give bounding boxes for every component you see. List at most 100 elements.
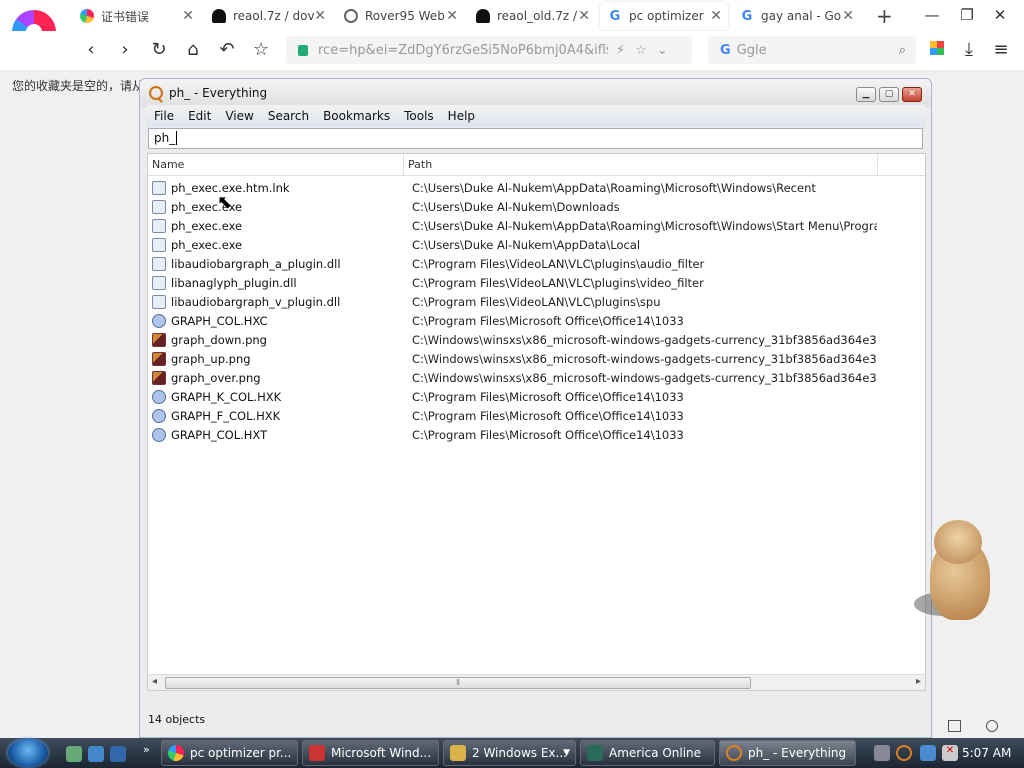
rover-site-icon bbox=[344, 9, 358, 23]
apps-grid-icon[interactable] bbox=[926, 39, 948, 61]
search-placeholder: Ggle bbox=[736, 42, 767, 58]
table-row[interactable]: ph_exec.exe C:\Users\Duke Al-Nukem\AppDat… bbox=[148, 216, 925, 235]
file-path-cell: C:\Users\Duke Al-Nukem\AppData\Roaming\M… bbox=[412, 218, 877, 233]
quicklaunch-desktop-icon[interactable] bbox=[110, 746, 126, 762]
tab-rover95[interactable]: Rover95 Web ✕ bbox=[336, 2, 464, 30]
search-input[interactable]: G Ggle ⌕ bbox=[708, 36, 916, 64]
file-name-cell: ph_exec.exe bbox=[171, 218, 243, 233]
table-row[interactable]: GRAPH_COL.HXT C:\Program Files\Microsoft … bbox=[148, 425, 925, 444]
table-row[interactable]: GRAPH_COL.HXC C:\Program Files\Microsoft … bbox=[148, 311, 925, 330]
menu-file[interactable]: File bbox=[147, 109, 181, 123]
tab-reaol-7z[interactable]: reaol.7z / dov ✕ bbox=[204, 2, 332, 30]
table-row[interactable]: graph_down.png C:\Windows\winsxs\x86_micr… bbox=[148, 330, 925, 349]
back-arrow-icon[interactable]: ‹ bbox=[80, 39, 102, 61]
navigation-bar: ‹ › ↻ ⌂ ↶ ☆ rce=hp&ei=ZdDgY6rzGeSi5NoP6b… bbox=[0, 31, 1024, 69]
file-name-cell: GRAPH_COL.HXC bbox=[171, 313, 268, 328]
file-name-cell: ph_exec.exe bbox=[171, 237, 243, 252]
restore-button[interactable]: ❐ bbox=[955, 6, 979, 26]
quicklaunch-more-icon[interactable]: » bbox=[143, 743, 150, 756]
tab-cert-error[interactable]: 证书错误 ✕ bbox=[72, 2, 200, 30]
everything-close-button[interactable]: ✕ bbox=[902, 87, 922, 102]
table-row[interactable]: libaudiobargraph_v_plugin.dll C:\Program … bbox=[148, 292, 925, 311]
cloud-upload-icon bbox=[212, 9, 226, 23]
close-window-button[interactable]: ✕ bbox=[988, 6, 1012, 26]
horizontal-scrollbar[interactable]: ◂ ⫴ ▸ bbox=[148, 674, 925, 690]
lightning-icon[interactable]: ⚡ bbox=[616, 43, 625, 58]
address-bar[interactable]: rce=hp&ei=ZdDgY6rzGeSi5NoP6bmj0A4&iflsig… bbox=[286, 36, 692, 64]
hamster-head bbox=[934, 520, 982, 564]
tab-label: gay anal - Go bbox=[761, 9, 842, 23]
table-row[interactable]: graph_over.png C:\Windows\winsxs\x86_micr… bbox=[148, 368, 925, 387]
column-name-header[interactable]: Name bbox=[148, 154, 404, 175]
everything-maximize-button[interactable]: ▢ bbox=[879, 87, 899, 102]
quicklaunch-shield-icon[interactable] bbox=[88, 746, 104, 762]
star-icon[interactable]: ☆ bbox=[250, 39, 272, 61]
menu-bar: File Edit View Search Bookmarks Tools He… bbox=[147, 105, 925, 127]
results-list: Name Path ph_exec.exe.htm.lnk C:\Users\Du… bbox=[147, 153, 926, 691]
taskbar-button-everything[interactable]: ph_ - Everything bbox=[719, 740, 856, 766]
tab-reaol-old[interactable]: reaol_old.7z / ✕ bbox=[468, 2, 596, 30]
table-row[interactable]: ph_exec.exe C:\Users\Duke Al-Nukem\AppDat… bbox=[148, 235, 925, 254]
table-row[interactable]: GRAPH_K_COL.HXK C:\Program Files\Microsof… bbox=[148, 387, 925, 406]
start-orb-icon[interactable] bbox=[8, 739, 48, 767]
chevron-down-icon[interactable]: ⌄ bbox=[657, 43, 668, 58]
tray-network-icon[interactable] bbox=[874, 745, 890, 761]
scrollbar-thumb[interactable]: ⫴ bbox=[165, 677, 751, 689]
taskbar-button-america-online[interactable]: America Online bbox=[580, 740, 715, 766]
taskbar-button-microsoft-windows[interactable]: Microsoft Wind... bbox=[302, 740, 439, 766]
home-icon[interactable]: ⌂ bbox=[182, 39, 204, 61]
table-row[interactable]: libanaglyph_plugin.dll C:\Program Files\V… bbox=[148, 273, 925, 292]
quicklaunch-app-icon[interactable] bbox=[66, 746, 82, 762]
file-path-cell: C:\Users\Duke Al-Nukem\Downloads bbox=[412, 199, 620, 214]
hamster-desktop-pet[interactable] bbox=[910, 520, 1000, 630]
everything-titlebar[interactable]: ph_ - Everything ▁ ▢ ✕ bbox=[140, 79, 931, 107]
close-tab-icon[interactable]: ✕ bbox=[578, 8, 590, 24]
forward-arrow-icon[interactable]: › bbox=[114, 39, 136, 61]
new-tab-button[interactable]: + bbox=[868, 2, 896, 30]
close-tab-icon[interactable]: ✕ bbox=[842, 8, 854, 24]
menu-view[interactable]: View bbox=[218, 109, 260, 123]
download-icon[interactable]: ⤓ bbox=[958, 39, 980, 61]
tab-pc-optimizer[interactable]: G pc optimizer ✕ bbox=[600, 2, 728, 30]
table-row[interactable]: libaudiobargraph_a_plugin.dll C:\Program … bbox=[148, 254, 925, 273]
close-tab-icon[interactable]: ✕ bbox=[446, 8, 458, 24]
file-path-cell: C:\Users\Duke Al-Nukem\AppData\Local bbox=[412, 237, 641, 252]
scroll-left-icon[interactable]: ◂ bbox=[152, 676, 157, 687]
taskbar-button-pc-optimizer[interactable]: pc optimizer pr... bbox=[161, 740, 298, 766]
menu-hamburger-icon[interactable]: ≡ bbox=[990, 39, 1012, 61]
tray-volume-muted-icon[interactable]: ✕ bbox=[942, 745, 958, 761]
google-g-icon: G bbox=[609, 8, 621, 24]
close-tab-icon[interactable]: ✕ bbox=[710, 8, 722, 24]
window-snapshot-icon[interactable] bbox=[948, 720, 961, 732]
search-circle-icon[interactable] bbox=[986, 720, 998, 732]
taskbar-button-windows-explorer[interactable]: 2 Windows Ex... ▼ bbox=[443, 740, 576, 766]
bookmark-star-icon[interactable]: ☆ bbox=[635, 43, 647, 58]
column-path-header[interactable]: Path bbox=[404, 154, 878, 175]
menu-help[interactable]: Help bbox=[441, 109, 482, 123]
menu-edit[interactable]: Edit bbox=[181, 109, 218, 123]
scroll-right-icon[interactable]: ▸ bbox=[916, 676, 921, 687]
tab-label: pc optimizer bbox=[629, 9, 704, 23]
magnifier-icon[interactable]: ⌕ bbox=[899, 43, 906, 58]
menu-tools[interactable]: Tools bbox=[397, 109, 441, 123]
menu-bookmarks[interactable]: Bookmarks bbox=[316, 109, 397, 123]
column-header: Name Path bbox=[148, 154, 925, 176]
tray-monitor-icon[interactable] bbox=[920, 745, 936, 761]
minimize-button[interactable]: — bbox=[920, 6, 944, 26]
table-row[interactable]: ph_exec.exe.htm.lnk C:\Users\Duke Al-Nuke… bbox=[148, 178, 925, 197]
table-row[interactable]: ph_exec.exe C:\Users\Duke Al-Nukem\Downlo… bbox=[148, 197, 925, 216]
close-tab-icon[interactable]: ✕ bbox=[182, 8, 194, 24]
group-dropdown-icon[interactable]: ▼ bbox=[563, 748, 570, 758]
menu-search[interactable]: Search bbox=[261, 109, 316, 123]
table-row[interactable]: GRAPH_F_COL.HXK C:\Program Files\Microsof… bbox=[148, 406, 925, 425]
everything-minimize-button[interactable]: ▁ bbox=[856, 87, 876, 102]
reload-icon[interactable]: ↻ bbox=[148, 39, 170, 61]
tab-label: reaol_old.7z / bbox=[497, 9, 577, 23]
tray-everything-icon[interactable] bbox=[896, 745, 912, 761]
everything-search-input[interactable]: ph_ bbox=[148, 128, 923, 149]
undo-icon[interactable]: ↶ bbox=[216, 39, 238, 61]
table-row[interactable]: graph_up.png C:\Windows\winsxs\x86_micros… bbox=[148, 349, 925, 368]
close-tab-icon[interactable]: ✕ bbox=[314, 8, 326, 24]
tab-google-search[interactable]: G gay anal - Go ✕ bbox=[732, 2, 860, 30]
status-bar-text: 14 objects bbox=[148, 713, 206, 726]
